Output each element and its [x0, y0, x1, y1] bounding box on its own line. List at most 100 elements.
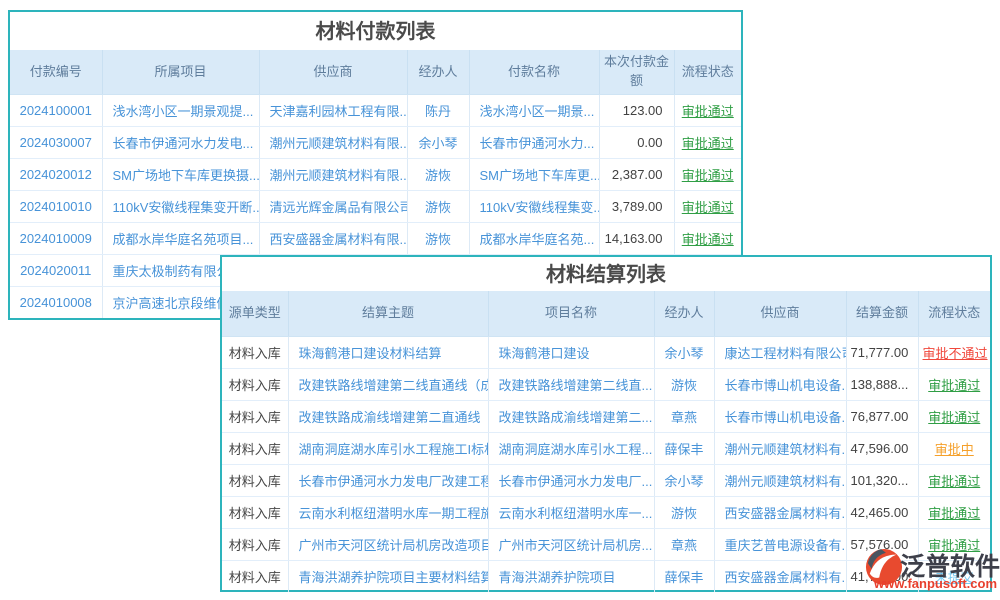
- cell-link[interactable]: 成都水岸华庭名苑项目...: [102, 223, 259, 255]
- payment-table-header: 付款编号所属项目供应商经办人付款名称本次付款金额流程状态: [10, 50, 741, 95]
- table-row[interactable]: 材料入库云南水利枢纽潜明水库一期工程施...云南水利枢纽潜明水库一...游恢西安…: [222, 497, 990, 529]
- cell-link[interactable]: 2024010010: [10, 191, 102, 223]
- cell-link[interactable]: 西安盛器金属材料有...: [714, 497, 846, 529]
- cell-link[interactable]: 长春市伊通河水力...: [469, 127, 599, 159]
- table-cell: 138,888...: [846, 369, 918, 401]
- table-cell: 材料入库: [222, 369, 288, 401]
- cell-link[interactable]: 审批通过: [918, 401, 990, 433]
- table-row[interactable]: 2024010010110kV安徽线程集变开断...清远光辉金属品有限公司游恢1…: [10, 191, 741, 223]
- cell-link[interactable]: 天津嘉利园林工程有限...: [259, 95, 407, 127]
- cell-link[interactable]: 青海洪湖养护院项目主要材料结算: [288, 561, 488, 593]
- table-row[interactable]: 材料入库长春市伊通河水力发电厂改建工程...长春市伊通河水力发电厂...余小琴潮…: [222, 465, 990, 497]
- cell-link[interactable]: 审批通过: [674, 127, 741, 159]
- cell-link[interactable]: 游恢: [407, 191, 469, 223]
- table-row[interactable]: 材料入库改建铁路成渝线增建第二直通线（...改建铁路成渝线增建第二...章燕长春…: [222, 401, 990, 433]
- table-row[interactable]: 2024030007长春市伊通河水力发电...潮州元顺建筑材料有限...余小琴长…: [10, 127, 741, 159]
- cell-link[interactable]: 审批通过: [918, 369, 990, 401]
- table-cell: 14,163.00: [599, 223, 674, 255]
- cell-link[interactable]: 广州市天河区统计局机房...: [488, 529, 654, 561]
- cell-link[interactable]: 改建铁路线增建第二线直...: [488, 369, 654, 401]
- cell-link[interactable]: 珠海鹤港口建设: [488, 337, 654, 369]
- cell-link[interactable]: 长春市伊通河水力发电厂...: [488, 465, 654, 497]
- settlement-table-header: 源单类型结算主题项目名称经办人供应商结算金额流程状态: [222, 291, 990, 337]
- cell-link[interactable]: 审批通过: [674, 191, 741, 223]
- cell-link[interactable]: 潮州元顺建筑材料有限...: [259, 159, 407, 191]
- cell-link[interactable]: 余小琴: [654, 337, 714, 369]
- table-row[interactable]: 材料入库湖南洞庭湖水库引水工程施工I标材...湖南洞庭湖水库引水工程...薛保丰…: [222, 433, 990, 465]
- table-cell: 材料入库: [222, 401, 288, 433]
- cell-link[interactable]: 湖南洞庭湖水库引水工程施工I标材...: [288, 433, 488, 465]
- table-cell: 材料入库: [222, 433, 288, 465]
- cell-link[interactable]: 薛保丰: [654, 561, 714, 593]
- cell-link[interactable]: 湖南洞庭湖水库引水工程...: [488, 433, 654, 465]
- column-header: 所属项目: [102, 50, 259, 95]
- cell-link[interactable]: 清远光辉金属品有限公司: [259, 191, 407, 223]
- cell-link[interactable]: 陈丹: [407, 95, 469, 127]
- cell-link[interactable]: 改建铁路线增建第二线直通线（成...: [288, 369, 488, 401]
- cell-link[interactable]: 珠海鹤港口建设材料结算: [288, 337, 488, 369]
- cell-link[interactable]: 章燕: [654, 401, 714, 433]
- table-row[interactable]: 2024020012SM广场地下车库更换摄...潮州元顺建筑材料有限...游恢S…: [10, 159, 741, 191]
- cell-link[interactable]: 2024100001: [10, 95, 102, 127]
- cell-link[interactable]: 110kV安徽线程集变开断...: [102, 191, 259, 223]
- cell-link[interactable]: 潮州元顺建筑材料有限...: [259, 127, 407, 159]
- cell-link[interactable]: 审批通过: [674, 159, 741, 191]
- cell-link[interactable]: 成都水岸华庭名苑...: [469, 223, 599, 255]
- table-cell: 材料入库: [222, 465, 288, 497]
- watermark: 泛普软件 www.fanpusoft.com: [860, 544, 1000, 596]
- table-cell: 42,465.00: [846, 497, 918, 529]
- cell-link[interactable]: 2024030007: [10, 127, 102, 159]
- cell-link[interactable]: 云南水利枢纽潜明水库一期工程施...: [288, 497, 488, 529]
- cell-link[interactable]: 潮州元顺建筑材料有...: [714, 465, 846, 497]
- cell-link[interactable]: 潮州元顺建筑材料有...: [714, 433, 846, 465]
- cell-link[interactable]: 审批不通过: [918, 337, 990, 369]
- cell-link[interactable]: 审批通过: [674, 223, 741, 255]
- cell-link[interactable]: 浅水湾小区一期景观提...: [102, 95, 259, 127]
- cell-link[interactable]: 游恢: [654, 497, 714, 529]
- cell-link[interactable]: 广州市天河区统计局机房改造项目...: [288, 529, 488, 561]
- column-header: 供应商: [259, 50, 407, 95]
- table-cell: 2,387.00: [599, 159, 674, 191]
- cell-link[interactable]: 审批通过: [918, 465, 990, 497]
- cell-link[interactable]: 改建铁路成渝线增建第二直通线（...: [288, 401, 488, 433]
- cell-link[interactable]: 长春市博山机电设备...: [714, 401, 846, 433]
- cell-link[interactable]: 游恢: [407, 223, 469, 255]
- cell-link[interactable]: 长春市博山机电设备...: [714, 369, 846, 401]
- cell-link[interactable]: 2024010008: [10, 287, 102, 319]
- cell-link[interactable]: 审批中: [918, 433, 990, 465]
- cell-link[interactable]: SM广场地下车库更换摄...: [102, 159, 259, 191]
- cell-link[interactable]: 云南水利枢纽潜明水库一...: [488, 497, 654, 529]
- cell-link[interactable]: 浅水湾小区一期景...: [469, 95, 599, 127]
- cell-link[interactable]: 2024020012: [10, 159, 102, 191]
- cell-link[interactable]: 审批通过: [674, 95, 741, 127]
- table-row[interactable]: 2024010009成都水岸华庭名苑项目...西安盛器金属材料有限...游恢成都…: [10, 223, 741, 255]
- cell-link[interactable]: 长春市伊通河水力发电...: [102, 127, 259, 159]
- cell-link[interactable]: 青海洪湖养护院项目: [488, 561, 654, 593]
- cell-link[interactable]: 长春市伊通河水力发电厂改建工程...: [288, 465, 488, 497]
- cell-link[interactable]: 西安盛器金属材料有限...: [259, 223, 407, 255]
- table-row[interactable]: 2024100001浅水湾小区一期景观提...天津嘉利园林工程有限...陈丹浅水…: [10, 95, 741, 127]
- table-row[interactable]: 材料入库珠海鹤港口建设材料结算珠海鹤港口建设余小琴康达工程材料有限公司71,77…: [222, 337, 990, 369]
- cell-link[interactable]: 重庆艺普电源设备有...: [714, 529, 846, 561]
- cell-link[interactable]: 余小琴: [407, 127, 469, 159]
- table-cell: 材料入库: [222, 497, 288, 529]
- cell-link[interactable]: 2024010009: [10, 223, 102, 255]
- table-cell: 3,789.00: [599, 191, 674, 223]
- cell-link[interactable]: 游恢: [407, 159, 469, 191]
- cell-link[interactable]: 2024020011: [10, 255, 102, 287]
- cell-link[interactable]: 薛保丰: [654, 433, 714, 465]
- cell-link[interactable]: 游恢: [654, 369, 714, 401]
- column-header: 本次付款金额: [599, 50, 674, 95]
- cell-link[interactable]: 章燕: [654, 529, 714, 561]
- cell-link[interactable]: 改建铁路成渝线增建第二...: [488, 401, 654, 433]
- cell-link[interactable]: SM广场地下车库更...: [469, 159, 599, 191]
- cell-link[interactable]: 余小琴: [654, 465, 714, 497]
- column-header: 源单类型: [222, 291, 288, 337]
- cell-link[interactable]: 审批通过: [918, 497, 990, 529]
- table-cell: 材料入库: [222, 561, 288, 593]
- cell-link[interactable]: 110kV安徽线程集变...: [469, 191, 599, 223]
- cell-link[interactable]: 康达工程材料有限公司: [714, 337, 846, 369]
- payment-table-title: 材料付款列表: [10, 12, 741, 50]
- cell-link[interactable]: 西安盛器金属材料有...: [714, 561, 846, 593]
- table-row[interactable]: 材料入库改建铁路线增建第二线直通线（成...改建铁路线增建第二线直...游恢长春…: [222, 369, 990, 401]
